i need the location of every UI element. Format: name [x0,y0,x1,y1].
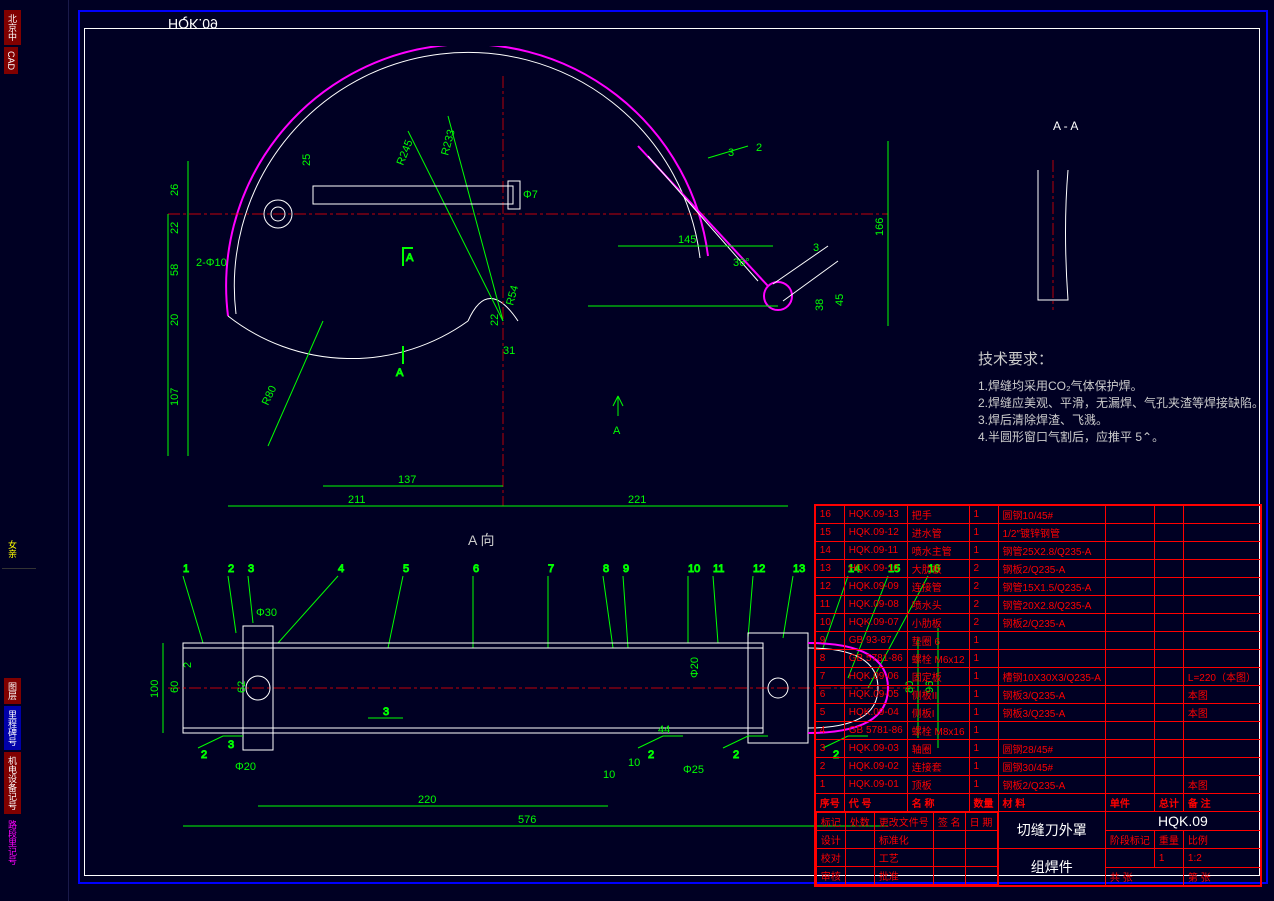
bom-row: 14HQK.09-11喷水主管1钢管25X2.8/Q235-A [815,542,1260,560]
svg-text:Φ30: Φ30 [256,607,277,619]
svg-text:576: 576 [518,814,536,826]
tech-requirements: 技术要求： 1.焊缝均采用CO₂气体保护焊。 2.焊缝应美观、平滑，无漏焊、气孔… [978,348,1274,445]
svg-text:A: A [406,252,414,264]
svg-text:2: 2 [648,749,654,761]
svg-text:221: 221 [628,494,646,506]
svg-text:3: 3 [813,242,819,254]
bom-row: 4GB 5781-86螺栓 M8x161 [815,722,1260,740]
svg-text:12: 12 [753,563,765,575]
svg-text:25: 25 [301,154,313,166]
svg-text:10: 10 [603,769,615,781]
svg-text:11: 11 [713,563,724,575]
bom-row: 7HQK.09-06固定板1槽钢10X30X3/Q235-AL=220（本图） [815,668,1260,686]
view-a-label: A 向 [468,530,494,550]
svg-text:44: 44 [658,724,670,736]
svg-text:Φ20: Φ20 [689,657,701,678]
bom-row: 9GB 93-87垫圈 61 [815,632,1260,650]
drawing-canvas[interactable]: HQK.09 R245 R233 R80 R54 Φ7 [68,0,1274,901]
bom-table: 16HQK.09-13把手1圆钢10/45#15HQK.09-12进水管11/2… [815,505,1261,886]
svg-text:3: 3 [728,147,734,159]
svg-text:2: 2 [756,142,762,154]
svg-text:3: 3 [248,563,254,575]
top-view: R245 R233 R80 R54 Φ7 25 26 22 58 20 107 … [148,46,928,526]
section-a-a: A - A [968,110,1188,330]
svg-text:137: 137 [398,474,416,486]
sidebar-tab-cad[interactable]: CAD [4,47,18,74]
svg-text:62: 62 [236,681,248,693]
svg-text:A: A [396,367,404,379]
title-block: 16HQK.09-13把手1圆钢10/45#15HQK.09-12进水管11/2… [814,504,1262,887]
svg-text:2: 2 [228,563,234,575]
svg-text:1: 1 [183,563,189,575]
drawing-number-header: HQK.09 [168,16,218,32]
svg-text:2: 2 [733,749,739,761]
svg-text:2: 2 [201,749,207,761]
svg-text:A - A: A - A [1053,119,1078,133]
svg-text:38: 38 [814,299,826,311]
svg-text:20: 20 [169,314,181,326]
svg-text:10: 10 [628,757,640,769]
svg-text:45: 45 [834,294,846,306]
bom-row: 6HQK.09-05侧板II1钢板3/Q235-A本图 [815,686,1260,704]
svg-text:2: 2 [182,662,194,668]
sidebar-tab-1[interactable]: 北京中 [4,10,21,45]
sidebar-tab-mile[interactable]: 里程碑号 [4,706,21,750]
svg-text:7: 7 [548,563,554,575]
bom-row: 1HQK.09-01顶板1钢板2/Q235-A本图 [815,776,1260,794]
svg-text:58: 58 [169,264,181,276]
bom-row: 13HQK.09-10大肋板2钢板2/Q235-A [815,560,1260,578]
svg-text:31: 31 [503,345,515,357]
sidebar-tab-mid[interactable]: 女亲 [4,536,21,562]
svg-text:26: 26 [169,184,181,196]
svg-text:R80: R80 [260,384,279,407]
svg-text:5: 5 [403,563,409,575]
svg-text:10: 10 [688,563,700,575]
svg-text:R245: R245 [395,138,416,167]
sidebar-tab-equip[interactable]: 机电设备记号 [4,752,21,814]
svg-text:Φ20: Φ20 [235,761,256,773]
bom-row: 3HQK.09-03轴圈1圆钢28/45# [815,740,1260,758]
bom-row: 15HQK.09-12进水管11/2″镀锌钢管 [815,524,1260,542]
svg-text:220: 220 [418,794,436,806]
svg-text:22: 22 [489,314,501,326]
bom-row: 12HQK.09-09连接管2钢管15X1.5/Q235-A [815,578,1260,596]
svg-text:Φ25: Φ25 [683,764,704,776]
svg-text:166: 166 [874,218,886,236]
sidebar-tab-road[interactable]: 路段里记号 [4,816,21,869]
svg-text:R54: R54 [504,284,521,307]
svg-text:145: 145 [678,234,696,246]
svg-text:4: 4 [338,563,344,575]
bom-row: 16HQK.09-13把手1圆钢10/45# [815,506,1260,524]
svg-text:107: 107 [169,388,181,406]
svg-text:22: 22 [169,222,181,234]
svg-text:9: 9 [623,563,629,575]
svg-text:A: A [613,425,621,437]
svg-text:8: 8 [603,563,609,575]
bom-row: 5HQK.09-04侧板I1钢板3/Q235-A本图 [815,704,1260,722]
svg-text:60: 60 [169,681,181,693]
svg-text:36°: 36° [733,257,750,269]
svg-text:2-Φ10: 2-Φ10 [196,257,227,269]
svg-text:211: 211 [348,494,366,506]
bom-row: 10HQK.09-07小肋板2钢板2/Q235-A [815,614,1260,632]
svg-text:100: 100 [149,680,161,698]
svg-text:Φ7: Φ7 [523,189,538,201]
svg-text:6: 6 [473,563,479,575]
svg-text:3: 3 [383,706,389,718]
sidebar: 北京中 CAD 女亲 图层 里程碑号 机电设备记号 路段里记号 [0,0,69,901]
sidebar-tab-layer[interactable]: 图层 [4,678,21,704]
bom-row: 11HQK.09-08喷水头2钢管20X2.8/Q235-A [815,596,1260,614]
svg-text:13: 13 [793,563,805,575]
bom-row: 8GB 5781-86螺栓 M6x121 [815,650,1260,668]
svg-text:3: 3 [228,739,234,751]
bom-row: 2HQK.09-02连接套1圆钢30/45# [815,758,1260,776]
cad-viewer: 北京中 CAD 女亲 图层 里程碑号 机电设备记号 路段里记号 HQK.09 [0,0,1274,901]
